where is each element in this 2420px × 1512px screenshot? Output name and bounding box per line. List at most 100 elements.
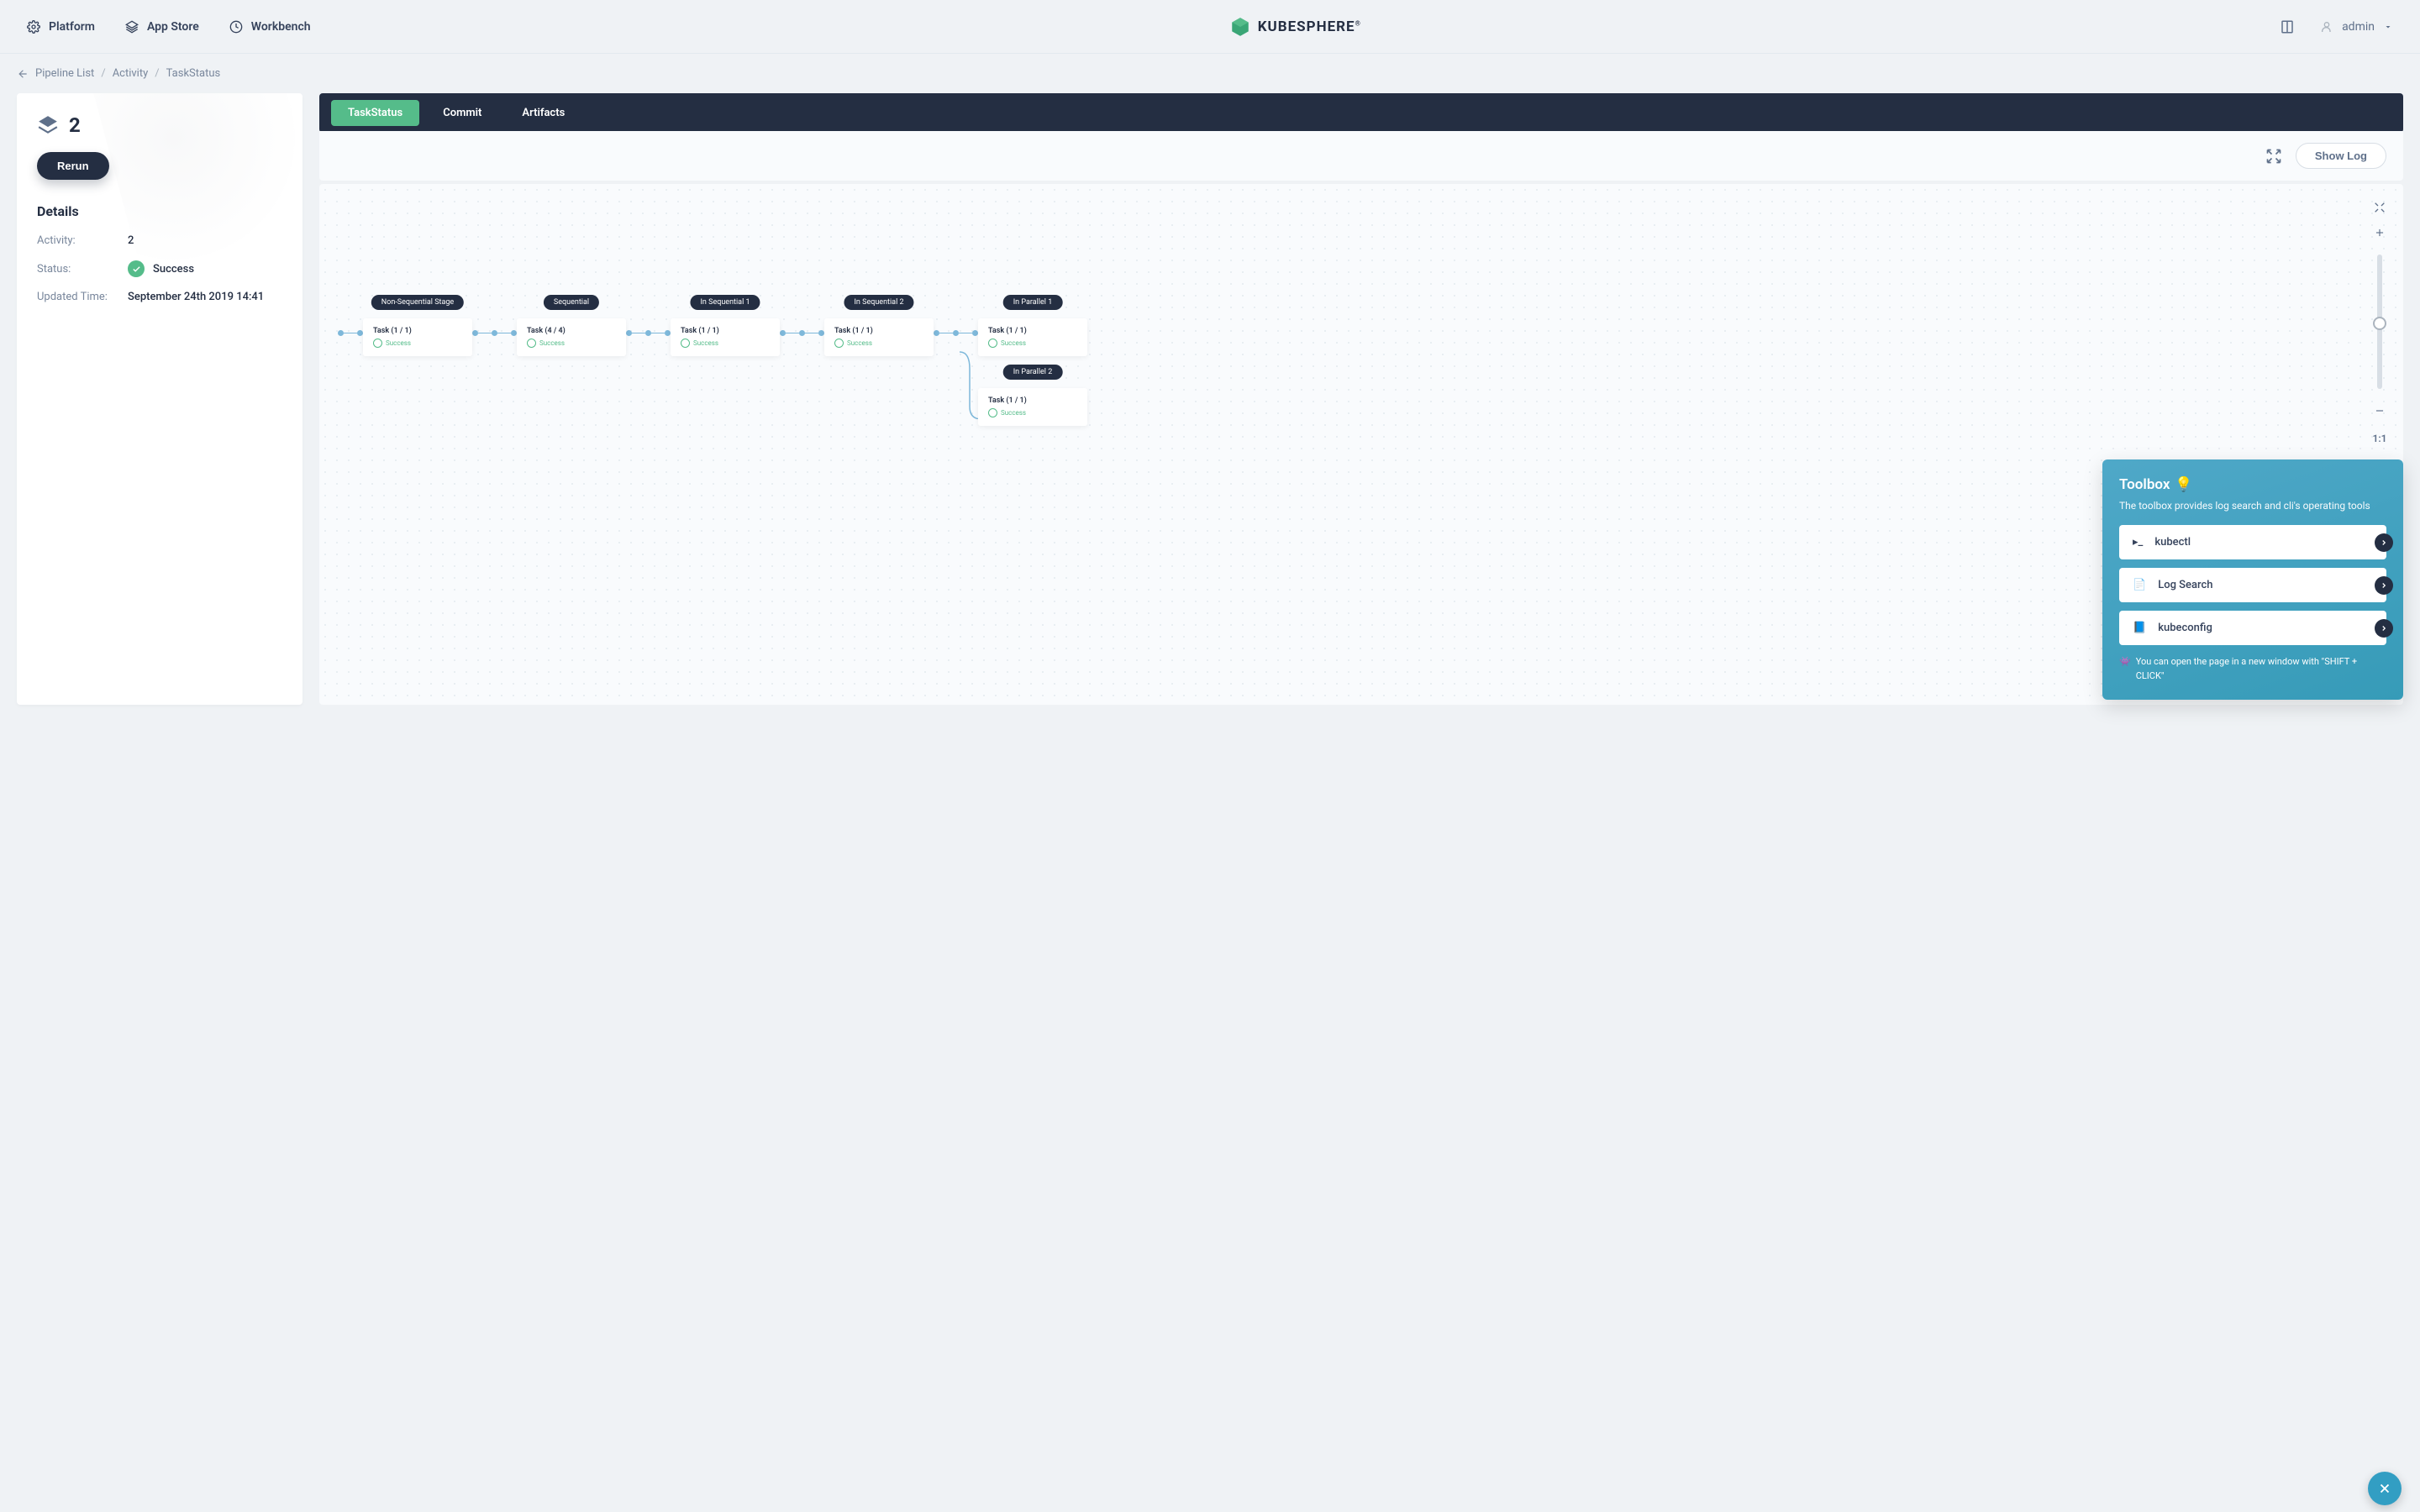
zoom-controls: 1:1 xyxy=(2371,199,2388,444)
detail-updated: Updated Time: September 24th 2019 14:41 xyxy=(37,291,282,303)
detail-status-value: Success xyxy=(153,263,194,276)
task-card: Task (1 / 1) Success xyxy=(978,388,1087,426)
task-status: Success xyxy=(988,339,1077,348)
nav-left: Platform App Store Workbench xyxy=(27,20,311,34)
user-icon xyxy=(2320,20,2333,34)
chevron-right-icon xyxy=(2375,576,2393,595)
zoom-out-button[interactable] xyxy=(2371,402,2388,419)
stage-in-parallel-1[interactable]: In Parallel 1 Task (1 / 1) Success xyxy=(978,318,1087,356)
task-status: Success xyxy=(988,408,1077,417)
stage-label: Non-Sequential Stage xyxy=(371,295,464,310)
canvas-toolbar: Show Log xyxy=(319,131,2403,181)
success-icon xyxy=(128,260,145,277)
close-icon xyxy=(2377,1481,2392,1496)
task-title: Task (1 / 1) xyxy=(988,396,1077,405)
nav-workbench-label: Workbench xyxy=(251,20,311,34)
task-card: Task (1 / 1) Success xyxy=(824,318,934,356)
stage-in-sequential-2[interactable]: In Sequential 2 Task (1 / 1) Success xyxy=(824,318,934,356)
chevron-right-icon xyxy=(2375,619,2393,638)
stage-sequential[interactable]: Sequential Task (4 / 4) Success xyxy=(517,318,626,356)
top-nav: Platform App Store Workbench KUBESPHERE®… xyxy=(0,0,2420,54)
connector xyxy=(934,318,978,336)
tab-bar: TaskStatus Commit Artifacts xyxy=(319,93,2403,133)
breadcrumb-sep: / xyxy=(101,67,105,80)
toolbox-panel: Toolbox 💡 The toolbox provides log searc… xyxy=(2102,459,2403,700)
nav-appstore-label: App Store xyxy=(147,20,199,34)
gear-icon xyxy=(27,20,40,34)
breadcrumb: Pipeline List / Activity / TaskStatus xyxy=(0,54,2420,93)
fullscreen-icon[interactable] xyxy=(2265,148,2282,165)
zoom-in-button[interactable] xyxy=(2371,224,2388,241)
task-status: Success xyxy=(527,339,616,348)
detail-activity-label: Activity: xyxy=(37,234,128,247)
toolbox-hint: 👾 You can open the page in a new window … xyxy=(2119,655,2386,683)
nav-platform[interactable]: Platform xyxy=(27,20,95,34)
detail-updated-value: September 24th 2019 14:41 xyxy=(128,291,264,303)
tab-commit[interactable]: Commit xyxy=(426,100,498,126)
breadcrumb-taskstatus[interactable]: TaskStatus xyxy=(166,67,221,80)
task-card: Task (1 / 1) Success xyxy=(671,318,780,356)
toolbox-title: Toolbox 💡 xyxy=(2119,476,2386,493)
stage-in-sequential-1[interactable]: In Sequential 1 Task (1 / 1) Success xyxy=(671,318,780,356)
back-icon[interactable] xyxy=(17,68,29,80)
rerun-button[interactable]: Rerun xyxy=(37,152,109,180)
tab-taskstatus[interactable]: TaskStatus xyxy=(331,100,419,126)
stage-label: In Parallel 2 xyxy=(1003,365,1063,380)
workbench-icon xyxy=(229,20,243,34)
layers-icon xyxy=(37,114,59,136)
pipeline-canvas[interactable]: Non-Sequential Stage Task (1 / 1) Succes… xyxy=(319,184,2403,705)
chevron-down-icon xyxy=(2383,22,2393,32)
toolbox-close-button[interactable] xyxy=(2368,1472,2402,1505)
show-log-button[interactable]: Show Log xyxy=(2296,143,2386,169)
lightbulb-icon: 💡 xyxy=(2175,476,2192,493)
user-menu[interactable]: admin xyxy=(2320,20,2393,34)
detail-updated-label: Updated Time: xyxy=(37,291,128,303)
content-area: TaskStatus Commit Artifacts Show Log Non… xyxy=(319,93,2403,705)
toolbox-item-kubectl[interactable]: ▸_ kubectl xyxy=(2119,525,2386,559)
docs-icon[interactable] xyxy=(2280,19,2295,34)
breadcrumb-sep: / xyxy=(155,67,159,80)
detail-activity: Activity: 2 xyxy=(37,234,282,247)
connector xyxy=(626,318,671,336)
nav-platform-label: Platform xyxy=(49,20,95,34)
nav-appstore[interactable]: App Store xyxy=(125,20,199,34)
task-status: Success xyxy=(681,339,770,348)
document-icon: 📄 xyxy=(2133,579,2146,591)
store-icon xyxy=(125,20,139,34)
connector xyxy=(472,318,517,336)
breadcrumb-activity[interactable]: Activity xyxy=(113,67,149,80)
tab-artifacts[interactable]: Artifacts xyxy=(505,100,581,126)
stage-non-sequential[interactable]: Non-Sequential Stage Task (1 / 1) Succes… xyxy=(363,318,472,356)
toolbox-item-kubeconfig[interactable]: 📘 kubeconfig xyxy=(2119,611,2386,645)
connector xyxy=(780,318,824,336)
task-status: Success xyxy=(834,339,923,348)
task-card: Task (1 / 1) Success xyxy=(363,318,472,356)
side-panel: 2 Rerun Details Activity: 2 Status: Succ… xyxy=(17,93,302,705)
run-number: 2 xyxy=(69,113,81,137)
zoom-slider[interactable] xyxy=(2377,255,2382,389)
toolbox-item-log-search[interactable]: 📄 Log Search xyxy=(2119,568,2386,602)
fullscreen-canvas-icon[interactable] xyxy=(2371,199,2388,216)
task-title: Task (4 / 4) xyxy=(527,327,616,335)
breadcrumb-pipeline-list[interactable]: Pipeline List xyxy=(35,67,94,80)
task-title: Task (1 / 1) xyxy=(988,327,1077,335)
nav-workbench[interactable]: Workbench xyxy=(229,20,311,34)
task-card: Task (1 / 1) Success xyxy=(978,318,1087,356)
zoom-thumb[interactable] xyxy=(2373,317,2386,330)
zoom-ratio[interactable]: 1:1 xyxy=(2373,433,2387,444)
toolbox-item-label: kubeconfig xyxy=(2158,622,2212,634)
stage-label: In Sequential 1 xyxy=(690,295,760,310)
task-status: Success xyxy=(373,339,462,348)
detail-activity-value: 2 xyxy=(128,234,134,247)
task-title: Task (1 / 1) xyxy=(834,327,923,335)
task-title: Task (1 / 1) xyxy=(681,327,770,335)
brand-text: KUBESPHERE® xyxy=(1258,18,1361,35)
task-title: Task (1 / 1) xyxy=(373,327,462,335)
stage-in-parallel-2[interactable]: In Parallel 2 Task (1 / 1) Success xyxy=(978,388,1087,426)
brand: KUBESPHERE® xyxy=(311,16,2280,38)
chevron-right-icon xyxy=(2375,533,2393,552)
hint-icon: 👾 xyxy=(2119,655,2131,683)
stage-label: Sequential xyxy=(544,295,599,310)
main-layout: 2 Rerun Details Activity: 2 Status: Succ… xyxy=(0,93,2420,705)
toolbox-desc: The toolbox provides log search and cli'… xyxy=(2119,500,2386,512)
